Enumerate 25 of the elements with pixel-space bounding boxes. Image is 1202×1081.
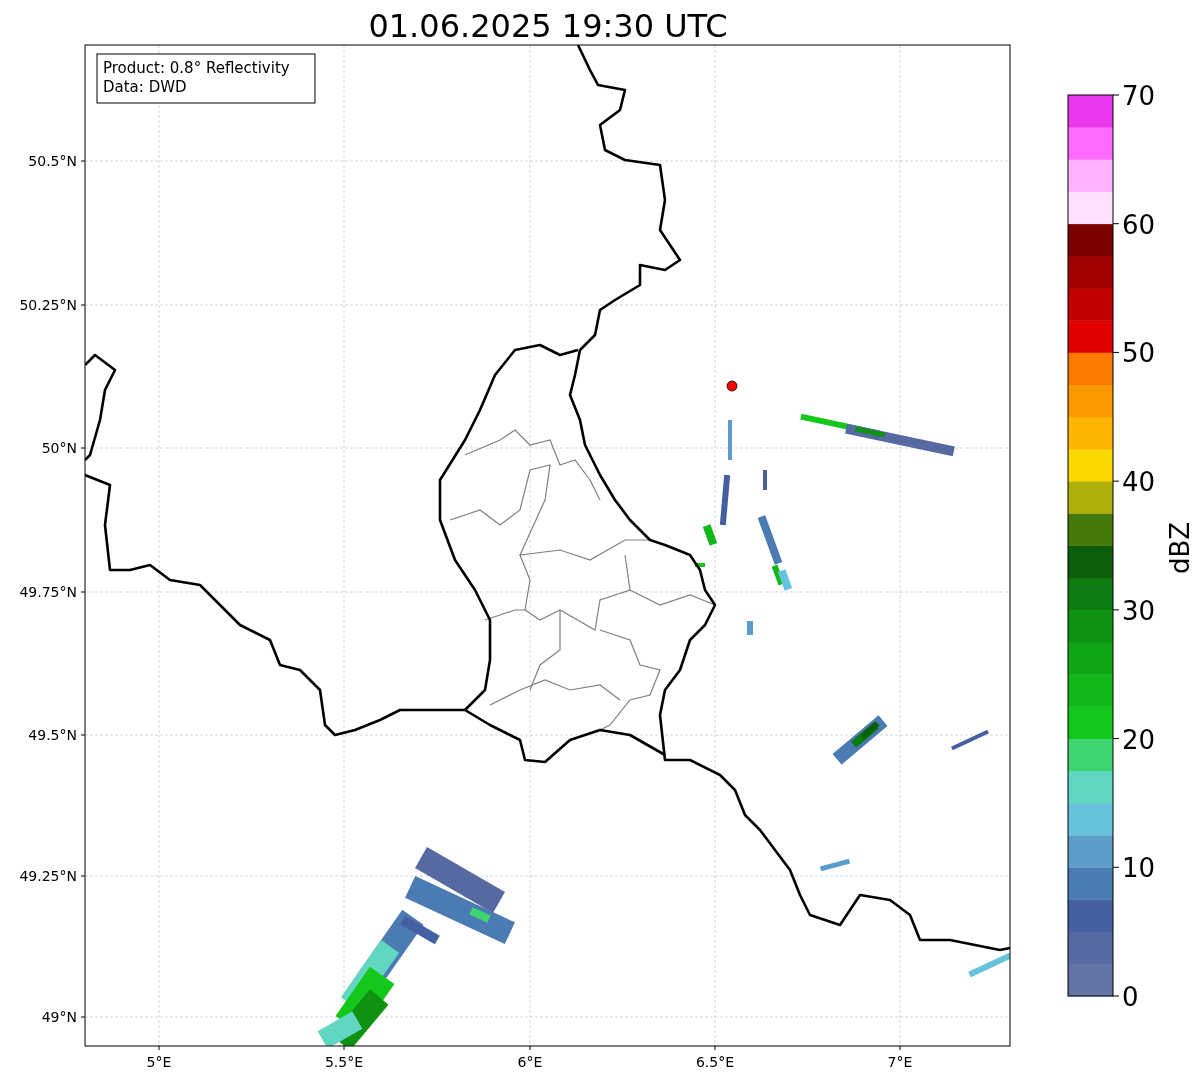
info-text: Data: DWD [103,78,187,96]
latitude-label: 50.25°N [19,297,77,313]
latitude-label: 49°N [41,1009,77,1025]
colorbar-tick-label: 60 [1122,209,1156,240]
colorbar-tick-label: 30 [1122,595,1156,626]
longitude-label: 5°E [146,1054,172,1070]
longitude-label: 7°E [887,1054,913,1070]
longitude-label: 5.5°E [324,1054,364,1070]
latitude-label: 50°N [41,440,77,456]
colorbar-tick-label: 20 [1122,724,1156,755]
info-text: Product: 0.8° Reflectivity [103,59,290,77]
colorbar-label: dBZ [1165,521,1195,575]
radar-site-marker [726,380,738,392]
longitude-label: 6.5°E [695,1054,735,1070]
longitude-label: 6°E [517,1054,543,1070]
colorbar-tick-label: 70 [1122,81,1156,111]
map-title: 01.06.2025 19:30 UTC [368,7,728,45]
colorbar-tick-label: 10 [1122,853,1156,884]
latitude-label: 49.5°N [28,727,77,743]
colorbar-tick-label: 50 [1122,338,1156,369]
colorbar-tick-label: 0 [1122,982,1139,1012]
latitude-label: 49.25°N [19,868,77,884]
colorbar-tick-label: 40 [1122,467,1156,498]
latitude-label: 49.75°N [19,584,77,600]
latitude-label: 50.5°N [28,153,77,169]
